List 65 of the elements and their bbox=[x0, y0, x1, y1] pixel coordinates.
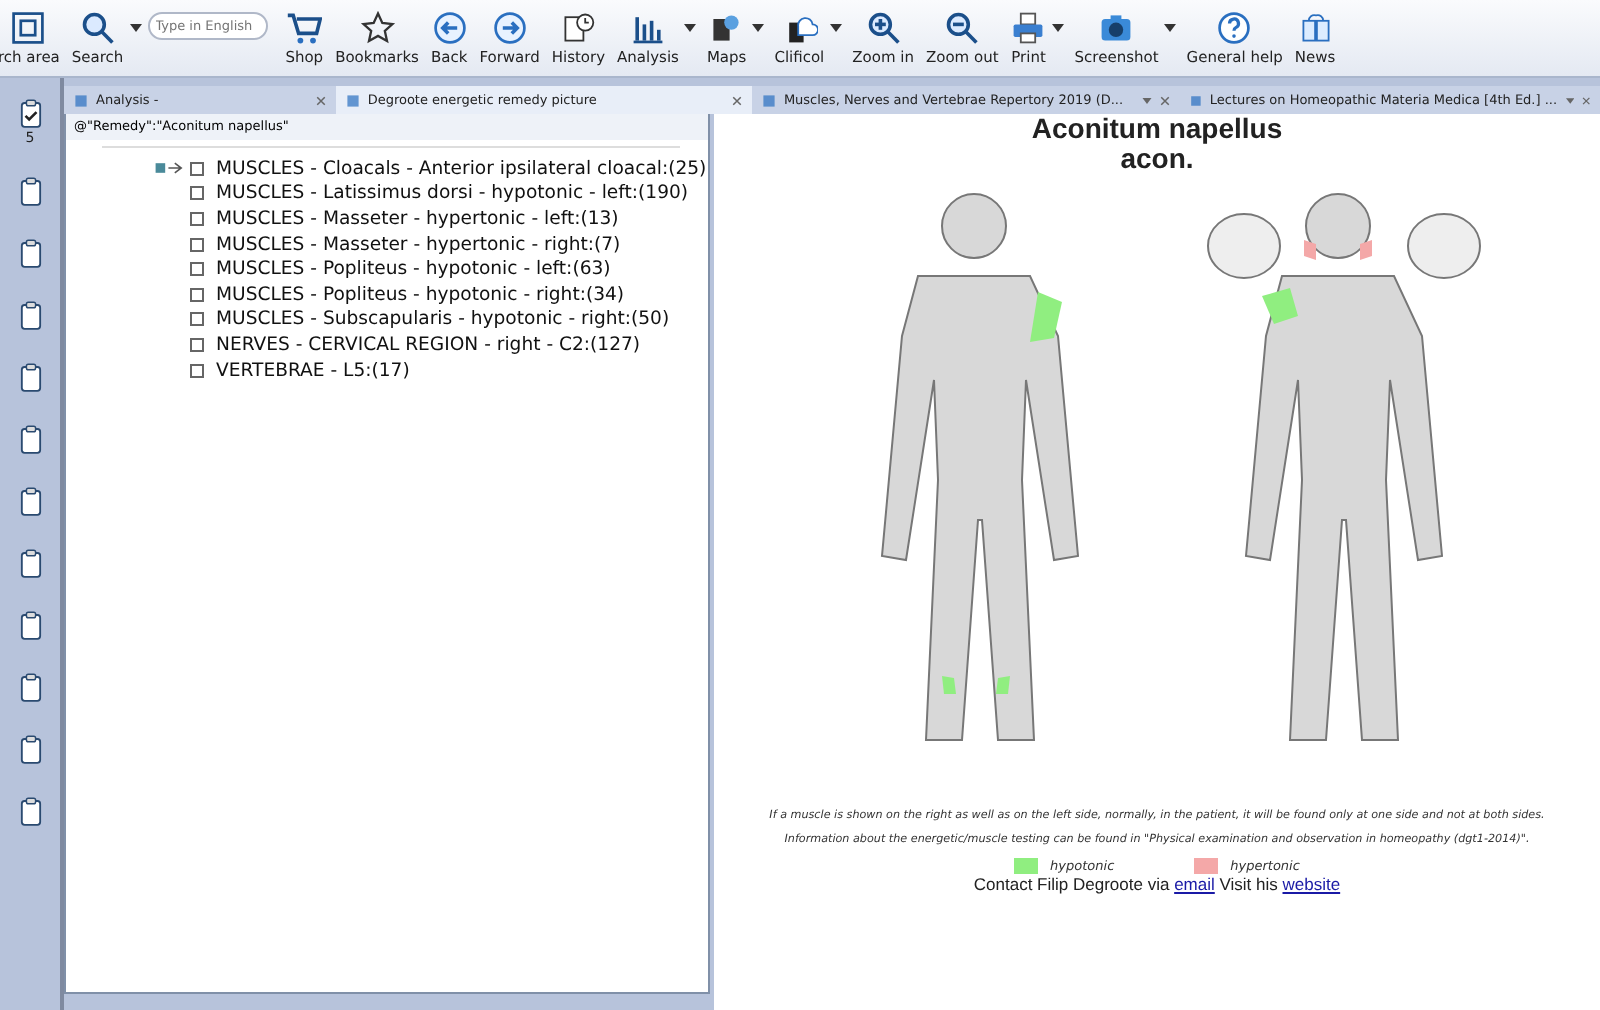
rubric-text[interactable]: MUSCLES - Cloacals - Anterior ipsilateral cloacal:(25) bbox=[216, 157, 707, 180]
zoomin-icon bbox=[865, 10, 902, 46]
clipboard-icon[interactable] bbox=[19, 610, 41, 642]
rubric-text[interactable]: NERVES - CERVICAL REGION - right - C2:(127) bbox=[216, 333, 641, 356]
clipboard-icon[interactable] bbox=[19, 672, 41, 704]
rubric-checkbox[interactable] bbox=[190, 262, 204, 277]
rubric-text[interactable]: MUSCLES - Masseter - hypertonic - left:(13) bbox=[216, 207, 619, 230]
help-icon bbox=[1216, 10, 1253, 46]
remedy-abbreviation: acon. bbox=[1120, 142, 1194, 174]
close-icon[interactable] bbox=[315, 95, 326, 105]
map-icon bbox=[708, 10, 745, 46]
clipboard-icon[interactable] bbox=[19, 362, 41, 394]
star-icon bbox=[359, 10, 396, 46]
camera-icon bbox=[1098, 10, 1135, 46]
dropdown-caret-icon[interactable] bbox=[129, 24, 142, 32]
clipboard-icon[interactable] bbox=[19, 734, 41, 766]
clipboard-icon[interactable] bbox=[19, 548, 41, 580]
rubric-text[interactable]: MUSCLES - Popliteus - hypotonic - left:(63) bbox=[216, 258, 611, 281]
rubric-text[interactable]: MUSCLES - Popliteus - hypotonic - right:(34) bbox=[216, 283, 625, 306]
document-icon bbox=[345, 93, 360, 107]
remedy-title: Aconitum napellus bbox=[1031, 114, 1283, 142]
rubric-text[interactable]: VERTEBRAE - L5:(17) bbox=[216, 359, 410, 382]
rubric-checkbox[interactable] bbox=[190, 337, 204, 352]
rubric-checkbox[interactable] bbox=[190, 363, 204, 378]
close-icon[interactable] bbox=[731, 95, 742, 105]
history-icon bbox=[560, 10, 597, 46]
close-icon[interactable] bbox=[1581, 95, 1591, 105]
back-icon bbox=[431, 10, 468, 46]
document-icon bbox=[1190, 93, 1202, 107]
zoomout-icon bbox=[944, 10, 981, 46]
dropdown-caret-icon[interactable] bbox=[1052, 24, 1065, 32]
dropdown-caret-icon[interactable] bbox=[830, 24, 843, 32]
rubric-checkbox[interactable] bbox=[190, 211, 204, 226]
dropdown-caret-icon[interactable] bbox=[1164, 24, 1177, 32]
clipboard-icon[interactable] bbox=[19, 300, 41, 332]
rubric-checkbox[interactable] bbox=[190, 237, 204, 252]
rubric-text[interactable]: MUSCLES - Masseter - hypertonic - right:(7) bbox=[216, 233, 621, 256]
search-icon bbox=[79, 10, 116, 46]
contact-text: Contact Filip Degroote via email Visit his website bbox=[973, 874, 1341, 894]
clipboard-icon[interactable] bbox=[19, 796, 41, 828]
dropdown-caret-icon[interactable] bbox=[752, 24, 765, 32]
cart-icon bbox=[286, 10, 323, 46]
clipboard-icon[interactable] bbox=[19, 486, 41, 518]
document-icon bbox=[761, 93, 776, 107]
print-icon bbox=[1010, 10, 1047, 46]
fwd-icon bbox=[491, 10, 528, 46]
rubric-checkbox[interactable] bbox=[190, 287, 204, 302]
rubric-checkbox[interactable] bbox=[190, 161, 204, 176]
clipboard-icon[interactable] bbox=[19, 98, 41, 130]
news-icon bbox=[1297, 10, 1334, 46]
clipboard-icon[interactable] bbox=[19, 238, 41, 270]
rubric-text[interactable]: MUSCLES - Subscapularis - hypotonic - right:(50) bbox=[216, 308, 670, 331]
document-icon bbox=[74, 93, 88, 107]
rubric-checkbox[interactable] bbox=[190, 186, 204, 201]
tab-menu-icon[interactable] bbox=[1565, 97, 1574, 103]
rubric-text[interactable]: MUSCLES - Latissimus dorsi - hypotonic - left:(190) bbox=[216, 182, 689, 205]
website-link[interactable]: website bbox=[1282, 874, 1341, 894]
tab-menu-icon[interactable] bbox=[1142, 97, 1152, 103]
clipboard-icon[interactable] bbox=[19, 176, 41, 208]
rubric-checkbox[interactable] bbox=[190, 312, 204, 327]
email-link[interactable]: email bbox=[1174, 874, 1215, 894]
pointer-icon bbox=[154, 160, 186, 177]
dropdown-caret-icon[interactable] bbox=[684, 24, 697, 32]
close-icon[interactable] bbox=[1160, 95, 1170, 105]
clipboard-icon[interactable] bbox=[19, 424, 41, 456]
